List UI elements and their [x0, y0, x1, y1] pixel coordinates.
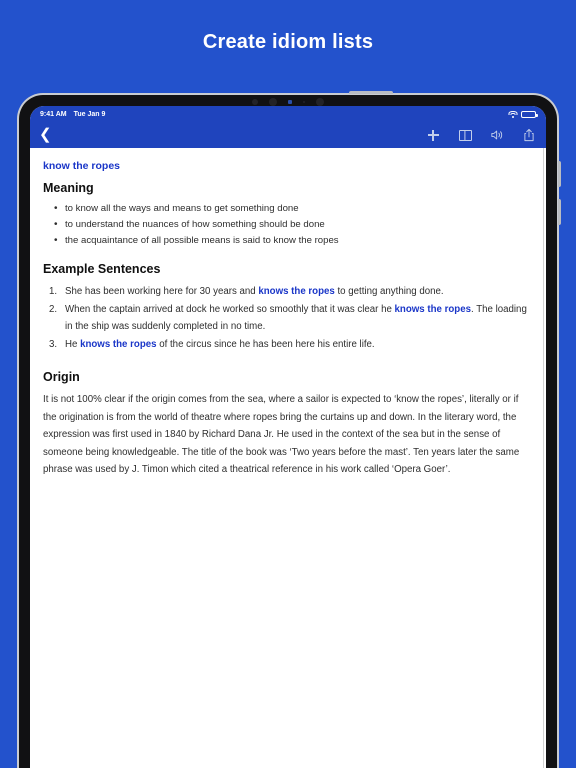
idiom-highlight: knows the ropes: [394, 304, 471, 315]
wifi-icon: [508, 110, 517, 118]
device-volume-down-button: [558, 199, 561, 225]
vertical-scrollbar[interactable]: [543, 148, 546, 768]
device-frame: 9:41 AM Tue Jan 9 ❮ know the ropes Meani…: [17, 91, 561, 768]
device-sensor-cluster: [19, 98, 557, 106]
page-title: Create idiom lists: [202, 31, 374, 53]
device-top-button: [349, 91, 393, 94]
list-item: When the captain arrived at dock he work…: [49, 301, 529, 335]
origin-heading: Origin: [43, 370, 80, 384]
idiom-highlight: knows the ropes: [258, 286, 335, 297]
list-item: She has been working here for 30 years a…: [49, 283, 529, 300]
article-content: know the ropes Meaning to know all the w…: [30, 148, 543, 768]
sentence-suffix: of the circus since he has been here his…: [156, 339, 375, 350]
examples-list: She has been working here for 30 years a…: [43, 283, 529, 353]
status-bar: 9:41 AM Tue Jan 9: [30, 106, 546, 122]
list-item: to know all the ways and means to get so…: [54, 201, 529, 217]
back-chevron-icon[interactable]: ❮: [39, 127, 52, 144]
sentence-prefix: He: [65, 339, 81, 350]
sensor-dot: [316, 98, 324, 106]
meaning-heading: Meaning: [43, 181, 94, 195]
status-time: 9:41 AM: [40, 110, 67, 118]
app-nav-bar: ❮: [30, 122, 546, 148]
device-volume-up-button: [558, 161, 561, 187]
add-icon[interactable]: [426, 128, 440, 142]
sentence-prefix: She has been working here for 30 years a…: [65, 286, 259, 297]
nav-actions: [426, 128, 536, 142]
device-screen: 9:41 AM Tue Jan 9 ❮ know the ropes Meani…: [30, 106, 546, 768]
origin-paragraph: It is not 100% clear if the origin comes…: [43, 394, 520, 475]
examples-heading: Example Sentences: [43, 262, 161, 276]
status-bar-right: [508, 110, 538, 118]
status-bar-left: 9:41 AM Tue Jan 9: [40, 111, 105, 118]
list-item: He knows the ropes of the circus since h…: [49, 336, 529, 353]
sensor-dot: [252, 99, 258, 105]
list-item: the acquaintance of all possible means i…: [54, 233, 529, 249]
idiom-title: know the ropes: [43, 160, 121, 172]
speaker-icon[interactable]: [490, 128, 504, 142]
share-icon[interactable]: [522, 128, 536, 142]
article-container: know the ropes Meaning to know all the w…: [30, 148, 546, 768]
idiom-highlight: knows the ropes: [80, 339, 157, 350]
sensor-dot: [303, 101, 305, 103]
indicator-light-icon: [288, 100, 292, 104]
sentence-prefix: When the captain arrived at dock he work…: [65, 304, 395, 315]
battery-icon: [521, 110, 538, 118]
list-item: to understand the nuances of how somethi…: [54, 217, 529, 233]
meaning-list: to know all the ways and means to get so…: [43, 201, 529, 249]
device-bezel: 9:41 AM Tue Jan 9 ❮ know the ropes Meani…: [19, 91, 561, 768]
book-icon[interactable]: [458, 128, 472, 142]
sentence-suffix: to getting anything done.: [334, 286, 444, 297]
camera-icon: [269, 98, 277, 106]
status-date: Tue Jan 9: [73, 110, 106, 118]
